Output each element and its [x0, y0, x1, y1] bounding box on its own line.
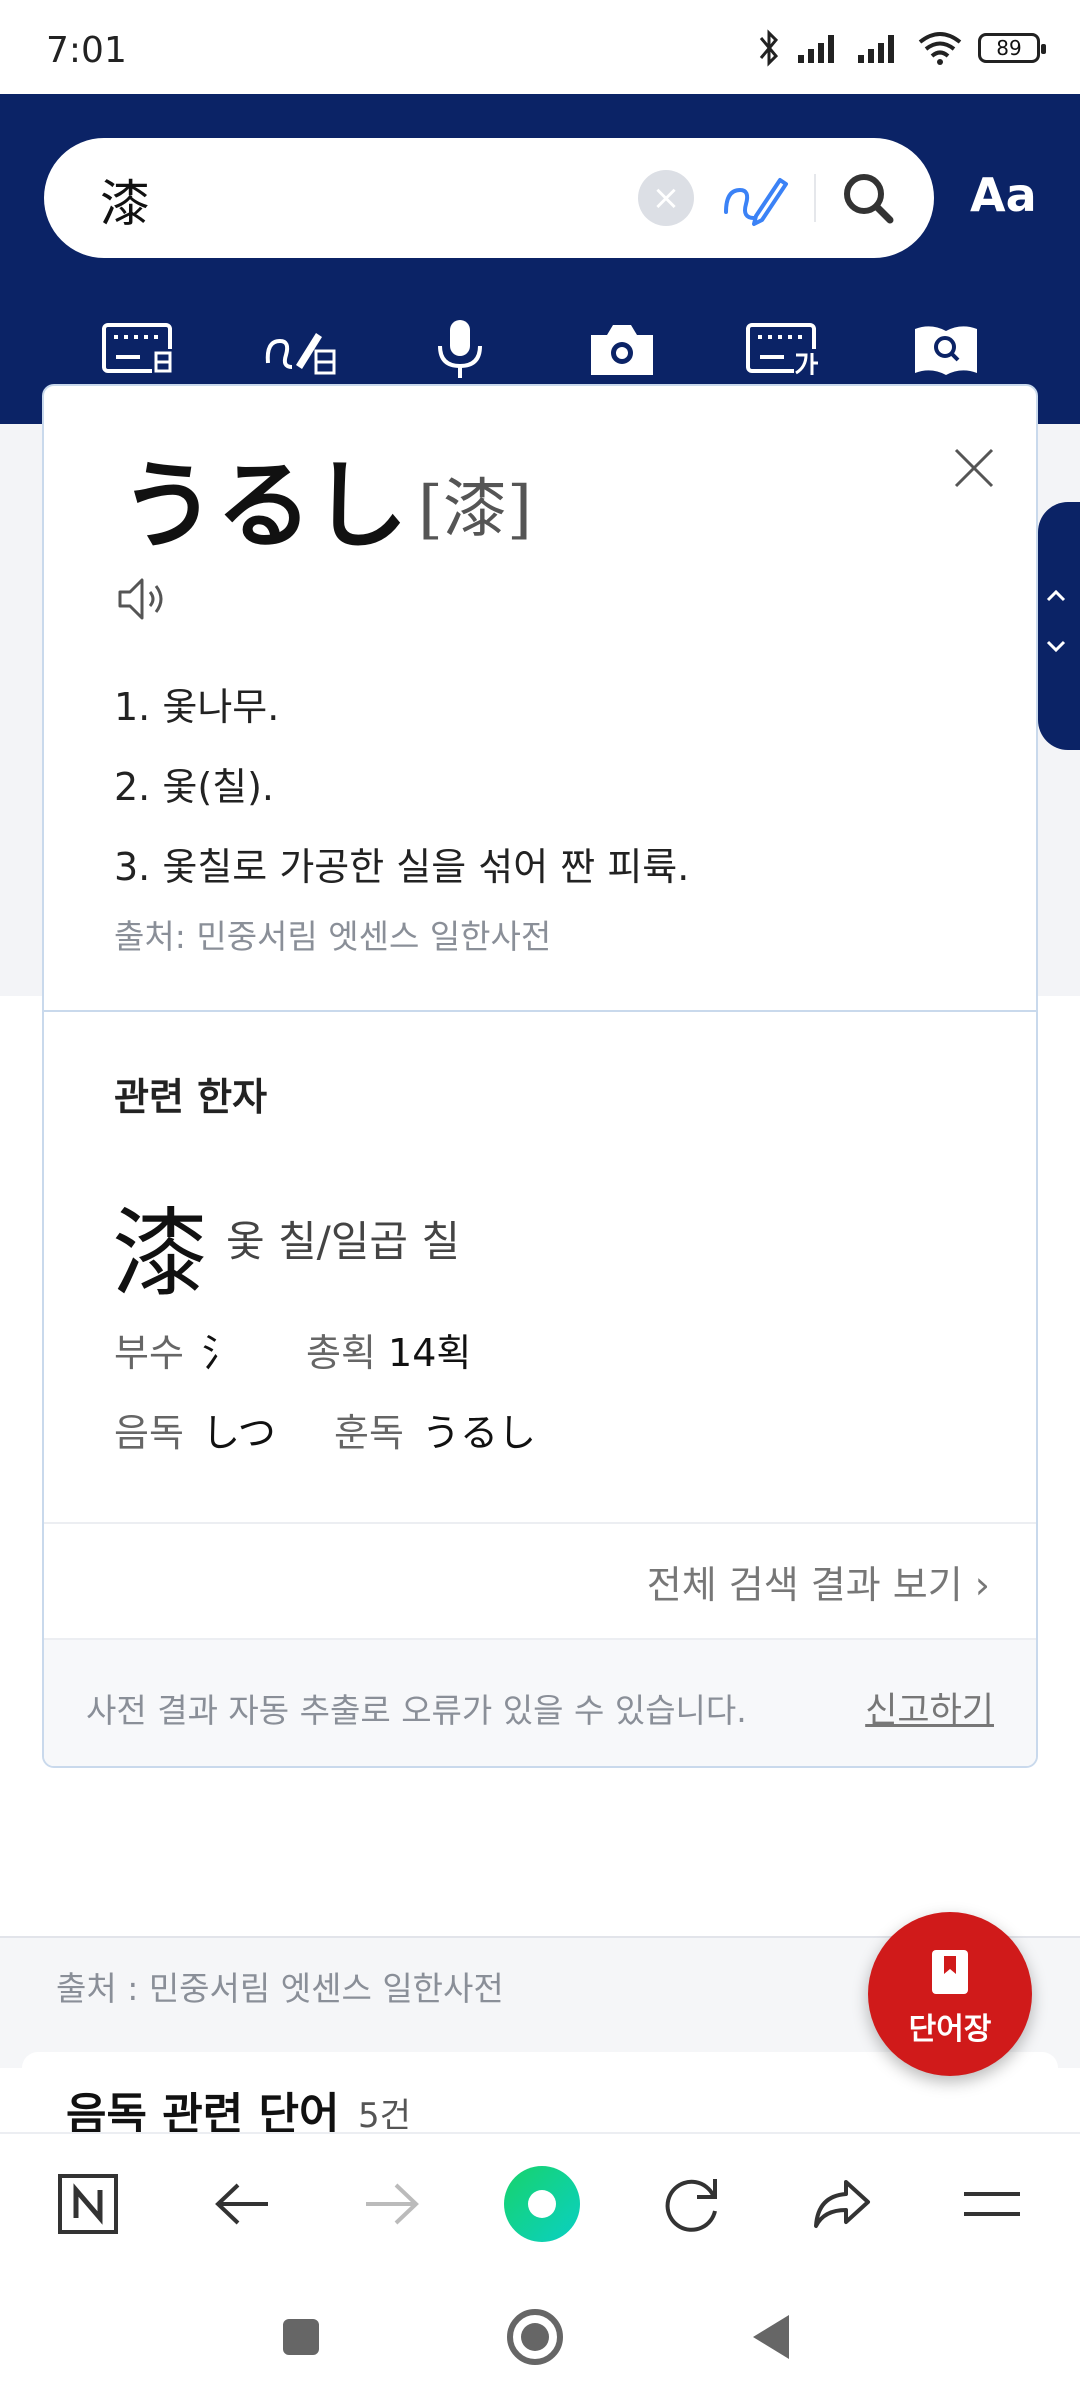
- status-icons: 89: [756, 28, 1046, 68]
- keyboard-hanja-icon[interactable]: [90, 304, 190, 394]
- search-box[interactable]: 漆 ×: [44, 138, 934, 258]
- signal-icon: [858, 35, 894, 63]
- definition-text: 옻(칠).: [162, 765, 275, 809]
- refresh-icon[interactable]: [652, 2164, 732, 2244]
- definition-item: 3. 옻칠로 가공한 실을 섞어 짠 피륙.: [114, 836, 689, 891]
- header: 漆 × Aa: [0, 94, 1080, 424]
- menu-icon[interactable]: [952, 2164, 1032, 2244]
- search-divider: [814, 174, 816, 222]
- definition-item: 2. 옻(칠).: [114, 756, 274, 811]
- definition-text: 옻칠로 가공한 실을 섞어 짠 피륙.: [162, 845, 690, 889]
- entry-word: うるし: [120, 450, 408, 562]
- radical-label: 부수: [114, 1331, 184, 1375]
- bluetooth-icon: [759, 29, 779, 67]
- related-words-card[interactable]: 음독 관련 단어 5건: [22, 2052, 1058, 2140]
- wordbook-label: 단어장: [908, 2012, 992, 2047]
- forward-icon[interactable]: [352, 2164, 432, 2244]
- back-icon[interactable]: [202, 2164, 282, 2244]
- bookmark-icon: [932, 1950, 968, 1994]
- dictionary-icon[interactable]: [896, 304, 996, 394]
- clear-button[interactable]: ×: [638, 170, 694, 226]
- kun-reading-value: うるし: [422, 1411, 537, 1455]
- back-nav-icon[interactable]: [736, 2302, 806, 2372]
- handwriting-button[interactable]: [720, 166, 790, 230]
- popup-footer: 사전 결과 자동 추출로 오류가 있을 수 있습니다. 신고하기: [44, 1638, 1036, 1766]
- recents-icon[interactable]: [266, 2302, 336, 2372]
- wordbook-button[interactable]: 단어장: [868, 1912, 1032, 2076]
- on-reading-label: 음독: [114, 1411, 184, 1455]
- hanja-character[interactable]: 漆: [112, 1176, 208, 1315]
- camera-icon[interactable]: [572, 304, 672, 394]
- home-icon[interactable]: [502, 2164, 582, 2244]
- strokes-info: 총획 14획: [306, 1322, 471, 1377]
- speaker-icon[interactable]: [114, 572, 168, 626]
- dictionary-popup: うるし [漆] 1. 옻나무. 2. 옻(칠). 3. 옻칠로 가공한 실을 섞…: [42, 384, 1038, 1768]
- signal-icon: [798, 35, 834, 63]
- close-icon[interactable]: [944, 438, 1004, 498]
- radical-value: 氵: [202, 1331, 241, 1375]
- divider: [44, 1522, 1036, 1524]
- definition-number: 1.: [114, 685, 151, 729]
- radical-info: 부수 氵: [114, 1322, 240, 1377]
- on-reading-value: しつ: [202, 1411, 276, 1455]
- side-scroll-control[interactable]: [1038, 502, 1080, 750]
- system-nav-bar: [0, 2272, 1080, 2400]
- status-bar: 7:01 89: [0, 0, 1080, 94]
- kun-reading-label: 훈독: [334, 1411, 404, 1455]
- on-reading-info: 음독 しつ: [114, 1402, 276, 1457]
- entry-source: 출처: 민중서림 엣센스 일한사전: [114, 917, 552, 956]
- disclaimer-text: 사전 결과 자동 추출로 오류가 있을 수 있습니다.: [86, 1691, 747, 1730]
- hanja-heading: 관련 한자: [114, 1075, 268, 1119]
- strokes-label: 총획: [306, 1331, 376, 1375]
- browser-toolbar: [0, 2132, 1080, 2274]
- microphone-icon[interactable]: [410, 304, 510, 394]
- search-button[interactable]: [834, 164, 902, 232]
- handwriting-hanja-icon[interactable]: [252, 304, 352, 394]
- definition-text: 옻나무.: [162, 685, 280, 729]
- home-nav-icon[interactable]: [500, 2302, 570, 2372]
- report-link[interactable]: 신고하기: [865, 1682, 994, 1733]
- definition-number: 2.: [114, 765, 151, 809]
- background-source: 출처 : 민중서림 엣센스 일한사전: [56, 1969, 504, 2008]
- keyboard-hangul-icon[interactable]: [734, 304, 834, 394]
- status-time: 7:01: [46, 30, 127, 71]
- divider: [44, 1010, 1036, 1012]
- entry-kanji: [漆]: [418, 473, 532, 547]
- strokes-value: 14획: [388, 1331, 472, 1375]
- naver-icon[interactable]: [48, 2164, 128, 2244]
- definition-item: 1. 옻나무.: [114, 676, 279, 731]
- view-all-results-link[interactable]: 전체 검색 결과 보기 ›: [647, 1554, 990, 1609]
- wifi-icon: [918, 32, 962, 65]
- font-size-button[interactable]: Aa: [970, 168, 1037, 222]
- hanja-meaning: 옻 칠/일곱 칠: [226, 1217, 461, 1266]
- related-words-count: 5건: [358, 2096, 411, 2136]
- close-icon: ×: [651, 178, 681, 218]
- kun-reading-info: 훈독 うるし: [334, 1402, 536, 1457]
- battery-icon: 89: [978, 33, 1046, 63]
- definition-number: 3.: [114, 845, 151, 889]
- search-input[interactable]: 漆: [100, 164, 150, 236]
- share-icon[interactable]: [802, 2164, 882, 2244]
- battery-level: 89: [996, 36, 1022, 60]
